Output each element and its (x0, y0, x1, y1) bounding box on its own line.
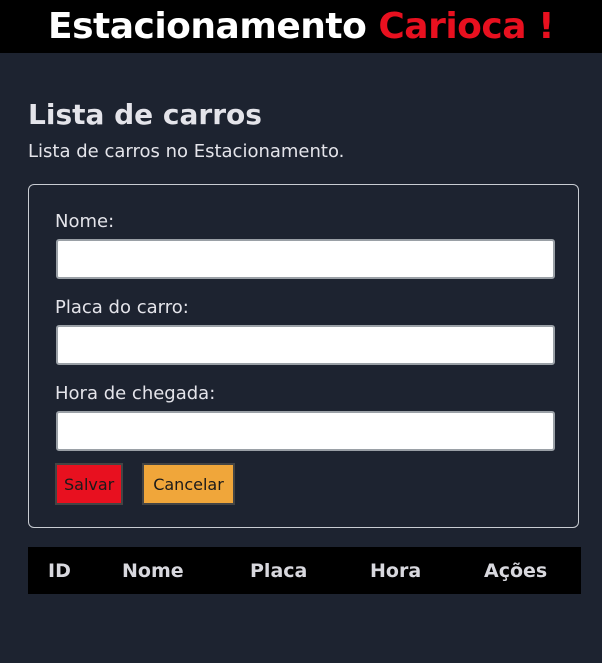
table-header: ID Nome Placa Hora Ações (28, 547, 581, 594)
form-actions: Salvar Cancelar (55, 463, 552, 505)
cancel-button[interactable]: Cancelar (142, 463, 235, 505)
arrival-time-input[interactable] (56, 411, 555, 451)
car-form: Nome: Placa do carro: Hora de chegada: S… (28, 184, 579, 528)
brand-main: Estacionamento (47, 6, 379, 47)
save-button[interactable]: Salvar (55, 463, 123, 505)
column-header-id[interactable]: ID (48, 560, 71, 582)
column-header-nome[interactable]: Nome (122, 560, 184, 582)
page-title: Lista de carros (28, 98, 262, 131)
page-subtitle: Lista de carros no Estacionamento. (28, 141, 345, 162)
plate-label: Placa do carro: (55, 297, 189, 318)
brand-title: Estacionamento Carioca ! (47, 6, 555, 47)
arrival-time-label: Hora de chegada: (55, 383, 216, 404)
name-label: Nome: (55, 211, 115, 232)
plate-input[interactable] (56, 325, 555, 365)
cars-table: ID Nome Placa Hora Ações (28, 547, 581, 594)
top-header: Estacionamento Carioca ! (0, 0, 602, 53)
brand-accent: Carioca ! (378, 6, 554, 47)
column-header-hora[interactable]: Hora (370, 560, 421, 582)
column-header-acoes[interactable]: Ações (484, 560, 547, 582)
name-input[interactable] (56, 239, 555, 279)
column-header-placa[interactable]: Placa (250, 560, 307, 582)
main-content: Lista de carros Lista de carros no Estac… (0, 53, 602, 594)
